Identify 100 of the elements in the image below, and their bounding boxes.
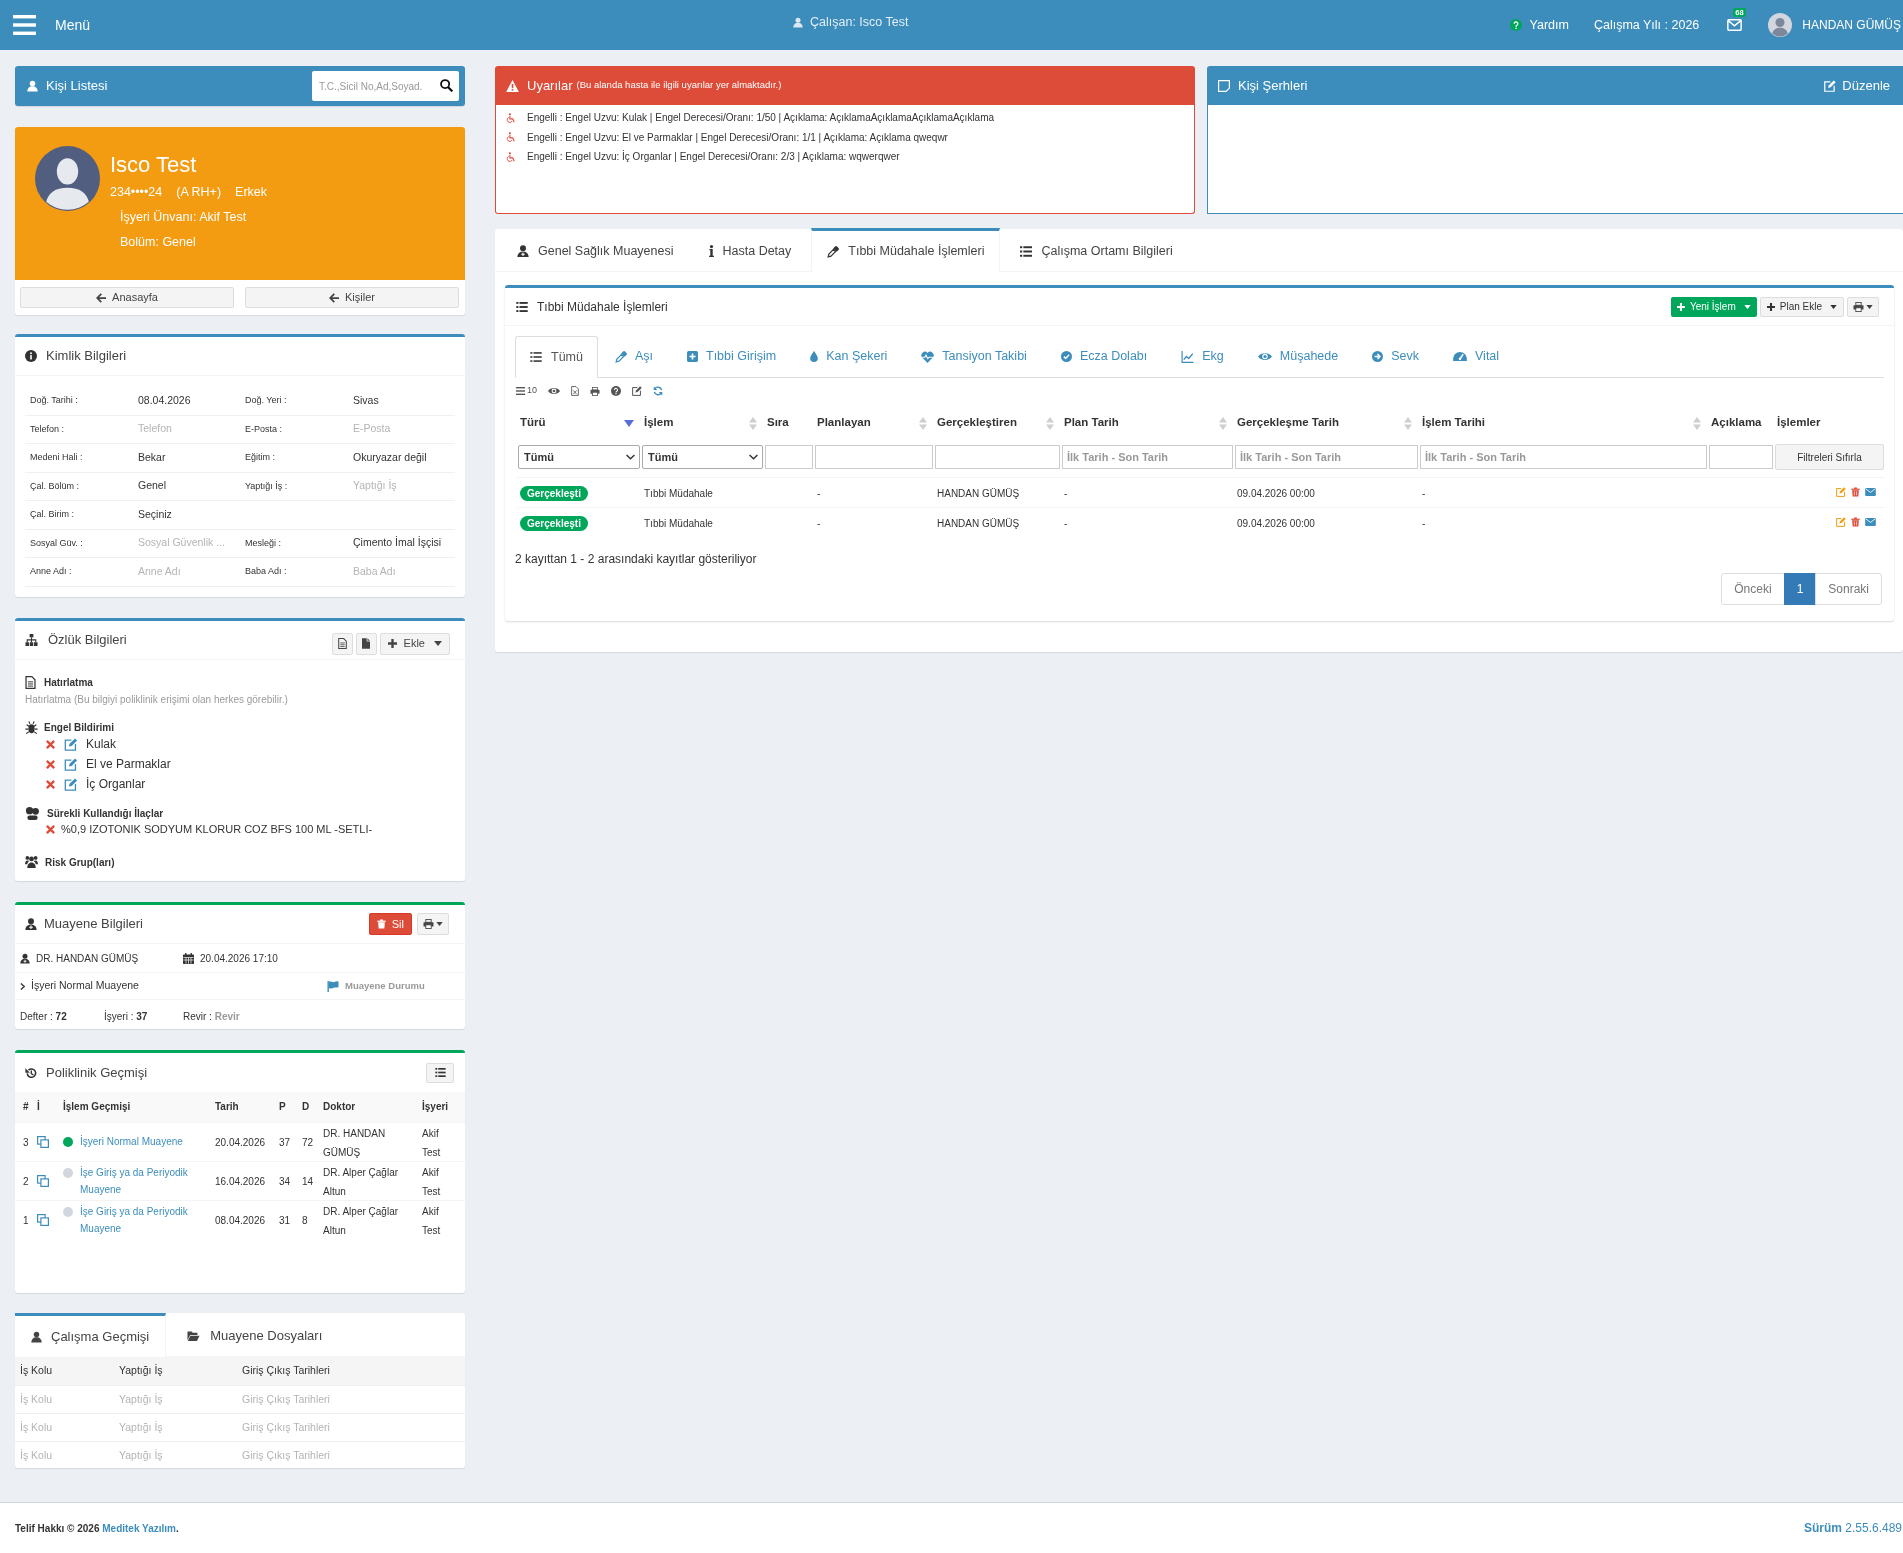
column-header[interactable]: Türü	[520, 414, 546, 432]
eye-icon[interactable]	[548, 387, 560, 395]
cross-icon[interactable]	[46, 824, 55, 834]
help-icon[interactable]	[611, 386, 621, 396]
field-placeholder[interactable]: Yaptığı İş	[353, 478, 397, 495]
cross-icon[interactable]	[46, 759, 55, 769]
help-link[interactable]: Yardım	[1509, 15, 1569, 35]
history-link[interactable]: İşe Giriş ya da Periyodik Muayene	[80, 1202, 207, 1237]
filter-input[interactable]	[765, 444, 813, 469]
tab[interactable]: Çalışma Geçmişi	[15, 1313, 167, 1357]
column-header[interactable]: İşlem Tarihi	[1422, 414, 1486, 432]
list-button[interactable]	[426, 1062, 454, 1083]
add-button[interactable]: Ekle	[379, 632, 450, 655]
edit-button[interactable]: Düzenle	[1824, 75, 1890, 96]
mail-icon[interactable]	[1865, 518, 1876, 527]
file-button[interactable]	[355, 632, 377, 655]
field-label: Doğ. Yeri :	[245, 394, 287, 407]
filter-input[interactable]	[935, 444, 1060, 469]
filter-select[interactable]: Tümü	[642, 444, 763, 469]
print-button[interactable]	[1847, 296, 1879, 317]
filter-input[interactable]	[1709, 444, 1773, 469]
tab[interactable]: Hasta Detay	[693, 228, 807, 271]
note-icon	[1218, 79, 1230, 92]
print-button[interactable]	[417, 913, 449, 935]
delete-button[interactable]: Sil	[368, 913, 412, 935]
print-icon	[1853, 301, 1864, 312]
spreadsheet-icon[interactable]	[571, 386, 579, 396]
column-header[interactable]: İşlem	[644, 414, 674, 432]
page-length-button[interactable]: 10	[515, 384, 537, 398]
status-placeholder[interactable]: Muayene Durumu	[345, 978, 425, 994]
back-button[interactable]: Kişiler	[245, 287, 459, 308]
card-title: Özlük Bilgileri	[48, 631, 127, 650]
filter-input[interactable]: İlk Tarih - Son Tarih	[1420, 444, 1707, 469]
dropper-icon	[614, 350, 627, 363]
print-icon[interactable]	[590, 386, 600, 396]
trash-icon[interactable]	[1851, 517, 1860, 528]
table-cell: 8	[302, 1215, 308, 1226]
tab[interactable]: Ekg	[1164, 336, 1241, 377]
search-field[interactable]: T.C.,Sicil No,Ad,Soyad.	[312, 71, 459, 101]
edit-icon[interactable]	[632, 386, 642, 396]
menu-button[interactable]: Menü	[12, 5, 91, 45]
copy-icon[interactable]	[37, 1135, 49, 1148]
help-icon	[1509, 19, 1522, 31]
company-link[interactable]: Meditek Yazılım	[102, 1522, 176, 1534]
column-header[interactable]: Plan Tarih	[1064, 414, 1119, 432]
mail-icon[interactable]	[1865, 488, 1876, 496]
refresh-icon[interactable]	[653, 386, 663, 396]
column-header: İş Kolu	[20, 1363, 53, 1379]
line-chart-icon	[1181, 350, 1195, 363]
field-placeholder[interactable]: Telefon	[138, 421, 172, 438]
new-button[interactable]: Yeni İşlem	[1670, 296, 1757, 317]
tab[interactable]: Tansiyon Takibi	[904, 336, 1044, 377]
placeholder-text: Yaptığı İş	[119, 1419, 163, 1435]
history-link[interactable]: İşyeri Normal Muayene	[80, 1133, 183, 1150]
tab[interactable]: Tıbbi Müdahale İşlemleri	[811, 228, 1001, 272]
back-button[interactable]: Anasayfa	[20, 287, 234, 308]
field-placeholder[interactable]: E-Posta	[353, 421, 391, 438]
tab[interactable]: Çalışma Ortamı Bilgileri	[1005, 228, 1188, 271]
cross-icon[interactable]	[46, 739, 55, 749]
info-icon	[708, 245, 714, 257]
field-placeholder[interactable]: Sosyal Güvenlik ...	[138, 535, 225, 552]
plan-button[interactable]: Plan Ekle	[1759, 296, 1844, 317]
trash-icon[interactable]	[1851, 487, 1860, 497]
cross-icon[interactable]	[46, 779, 55, 789]
tab[interactable]: Ecza Dolabı	[1043, 336, 1165, 377]
reset-filters-button[interactable]: Filtreleri Sıfırla	[1775, 444, 1884, 470]
tab[interactable]: Sevk	[1355, 336, 1436, 377]
history-link[interactable]: İşe Giriş ya da Periyodik Muayene	[80, 1163, 207, 1198]
tab[interactable]: Genel Sağlık Muayenesi	[502, 228, 689, 271]
tab[interactable]: Müşahede	[1240, 336, 1356, 377]
filter-input[interactable]: İlk Tarih - Son Tarih	[1062, 444, 1233, 469]
tab[interactable]: Aşı	[597, 336, 670, 377]
copy-icon[interactable]	[37, 1174, 49, 1187]
mail-icon[interactable]	[1727, 19, 1743, 31]
edit-icon[interactable]	[64, 737, 78, 751]
filter-input[interactable]: İlk Tarih - Son Tarih	[1235, 444, 1418, 469]
sort-down-icon[interactable]	[624, 419, 634, 427]
avatar-icon[interactable]	[1768, 13, 1793, 37]
document-button[interactable]	[331, 632, 353, 655]
tab[interactable]: Vital	[1436, 336, 1517, 377]
copy-icon[interactable]	[37, 1213, 49, 1226]
column-header[interactable]: Gerçekleşme Tarih	[1237, 414, 1340, 432]
tab[interactable]: Muayene Dosyaları	[166, 1313, 343, 1357]
tab[interactable]: Tümü	[515, 336, 598, 378]
tab[interactable]: Kan Şekeri	[793, 336, 905, 377]
placeholder-text: Yaptığı İş	[119, 1447, 163, 1463]
search-icon[interactable]	[440, 79, 453, 92]
filter-select[interactable]: Tümü	[518, 444, 640, 469]
column-header[interactable]: Gerçekleştiren	[937, 414, 1017, 432]
edit-icon[interactable]	[64, 777, 78, 791]
placeholder-text: Giriş Çıkış Tarihleri	[242, 1391, 330, 1407]
column-header[interactable]: Planlayan	[817, 414, 871, 432]
filter-input[interactable]	[815, 444, 933, 469]
field-placeholder[interactable]: Baba Adı	[353, 563, 396, 580]
reminder-placeholder[interactable]: Hatırlatma (Bu bilgiyi poliklinik erişimi olan herkes görebilir.)	[25, 693, 288, 707]
user-name[interactable]: HANDAN GÜMÜŞ	[1802, 16, 1901, 34]
tab[interactable]: Tıbbi Girişim	[670, 336, 794, 377]
field-placeholder[interactable]: Anne Adı	[138, 563, 181, 580]
panel-title: Tıbbi Müdahale İşlemleri	[537, 298, 668, 316]
edit-icon[interactable]	[64, 757, 78, 771]
